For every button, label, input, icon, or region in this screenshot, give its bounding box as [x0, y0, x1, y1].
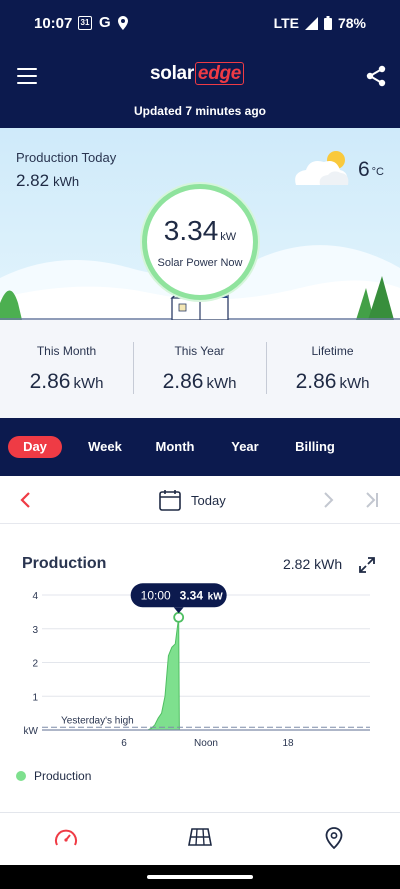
share-icon[interactable] — [366, 65, 386, 87]
stat-value: 2.86 kWh — [0, 370, 133, 394]
bottom-navigation — [0, 812, 400, 865]
calendar-icon: 31 — [78, 15, 92, 30]
stat-label: This Month — [36, 344, 97, 358]
x-tick-label: 18 — [282, 738, 294, 749]
tab-year[interactable]: Year — [224, 436, 266, 458]
y-tick-label: 3 — [32, 625, 38, 636]
x-tick-label: Noon — [194, 738, 218, 749]
updated-text: Updated 7 minutes ago — [133, 104, 267, 118]
google-icon: G — [99, 14, 111, 31]
logo-text-solar: solar — [150, 63, 194, 84]
legend-label: Production — [34, 769, 92, 783]
solar-panel-icon[interactable] — [188, 827, 212, 847]
dashboard-icon[interactable] — [54, 827, 78, 849]
signal-icon — [304, 16, 318, 30]
stat-value: 2.86 kWh — [133, 370, 266, 394]
y-tick-label: 2 — [32, 659, 38, 670]
chart-legend: Production — [16, 769, 91, 783]
stat-label: Lifetime — [311, 344, 354, 358]
production-area — [147, 617, 180, 731]
stat-unit: kWh — [339, 375, 370, 392]
temperature-value: 6 — [357, 158, 370, 181]
stat-this-month[interactable]: This Month 2.86 kWh — [0, 320, 133, 418]
y-axis-unit: kW — [24, 726, 39, 737]
tab-week[interactable]: Week — [82, 436, 128, 458]
stat-label: This Year — [174, 344, 225, 358]
y-tick-label: 1 — [32, 692, 38, 703]
battery-icon — [323, 16, 332, 30]
period-tabs: Day Week Month Year Billing — [0, 418, 400, 476]
stat-lifetime[interactable]: Lifetime 2.86 kWh — [266, 320, 399, 418]
power-label: Solar Power Now — [157, 257, 243, 269]
date-navigation: Today — [0, 476, 400, 524]
tooltip-value: 3.34 — [180, 588, 204, 602]
app-bar: solar edge Updated 7 minutes ago — [0, 48, 400, 128]
gesture-bar — [0, 865, 400, 889]
home-indicator[interactable] — [147, 875, 253, 879]
logo-text-edge: edge — [194, 62, 245, 85]
stat-unit: kWh — [206, 375, 237, 392]
stat-this-year[interactable]: This Year 2.86 kWh — [133, 320, 266, 418]
temperature-unit: °C — [371, 166, 384, 178]
hero-panel: Production Today 2.82 kWh 6 °C 3.34 kW Sola… — [0, 128, 400, 320]
network-label: LTE — [273, 15, 299, 31]
battery-percent: 78% — [337, 15, 366, 31]
yesterday-high-label: Yesterday's high — [61, 715, 134, 726]
tab-month[interactable]: Month — [150, 436, 200, 458]
x-tick-label: 6 — [121, 738, 127, 749]
legend-swatch — [16, 771, 26, 781]
status-bar: 10:07 31 G LTE 78% — [0, 0, 400, 48]
tab-billing[interactable]: Billing — [290, 436, 340, 458]
temperature: 6 °C — [358, 158, 384, 182]
menu-icon[interactable] — [17, 68, 37, 84]
production-chart-panel: Production 2.82 kWh 1 2 3 4 kW Yesterday's hi… — [0, 524, 400, 812]
tooltip-pointer — [173, 607, 184, 614]
status-time: 10:07 — [34, 15, 73, 32]
energy-stats: This Month 2.86 kWh This Year 2.86 kWh Lif… — [0, 320, 400, 418]
power-unit: kW — [220, 231, 237, 243]
chevron-right-icon[interactable] — [321, 490, 335, 510]
skip-to-last-icon[interactable] — [364, 490, 380, 510]
calendar-icon[interactable] — [158, 488, 182, 512]
location-icon[interactable] — [325, 827, 343, 849]
date-label[interactable]: Today — [191, 493, 226, 508]
production-today-number: 2.82 — [16, 171, 50, 190]
solar-power-now-circle[interactable]: 3.34 kW Solar Power Now — [142, 184, 258, 300]
power-number: 3.34 — [163, 215, 219, 246]
production-chart[interactable]: 1 2 3 4 kW Yesterday's high 6 Noon 18 10:00 3.34 kW — [0, 524, 400, 764]
production-today-value: 2.82 kWh — [16, 171, 79, 191]
production-today-label: Production Today — [16, 150, 117, 165]
stat-number: 2.86 — [162, 370, 204, 393]
solaredge-logo: solar edge — [150, 62, 245, 85]
chevron-left-icon[interactable] — [18, 490, 32, 510]
production-today-unit: kWh — [53, 174, 80, 189]
y-tick-label: 4 — [32, 591, 38, 602]
tooltip-unit: kW — [208, 591, 224, 602]
tooltip-time: 10:00 — [141, 588, 171, 602]
location-pin-icon — [117, 15, 128, 30]
status-right: LTE 78% — [274, 15, 366, 31]
power-value: 3.34 kW — [147, 215, 253, 247]
peak-marker — [173, 611, 185, 623]
stat-value: 2.86 kWh — [266, 370, 399, 394]
stat-number: 2.86 — [29, 370, 71, 393]
status-icons: 31 G — [78, 14, 128, 31]
tab-day[interactable]: Day — [8, 436, 62, 458]
stat-number: 2.86 — [295, 370, 337, 393]
stat-unit: kWh — [73, 375, 104, 392]
